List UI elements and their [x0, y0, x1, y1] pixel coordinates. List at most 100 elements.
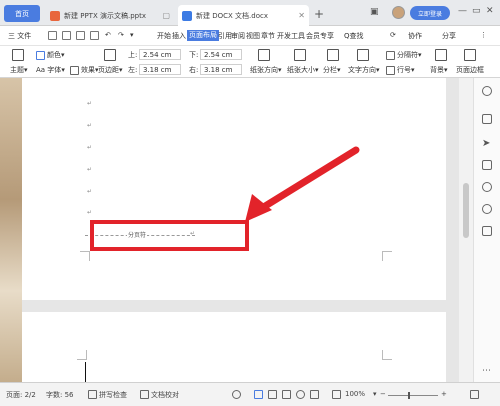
page-count[interactable]: 页面: 2/2 — [6, 390, 36, 400]
page-border-button[interactable]: 页面边框 — [456, 65, 484, 75]
tab-label: 新建 PPTX 演示文稿.pptx — [64, 11, 146, 20]
effects-button[interactable]: 效果 ▾ — [70, 65, 99, 75]
proofread-button[interactable]: 文档校对 — [151, 390, 179, 400]
word-count[interactable]: 字数: 56 — [46, 390, 74, 400]
orientation-label: 纸张方向 — [250, 66, 278, 74]
tab-insert[interactable]: 插入 — [172, 31, 186, 41]
home-tab[interactable]: 首页 — [4, 5, 40, 22]
colors-button[interactable]: 颜色 ▾ — [36, 50, 65, 60]
pen-icon[interactable] — [310, 390, 319, 399]
minimize-icon[interactable]: — — [458, 6, 467, 16]
select-cursor-icon[interactable]: ➤ — [482, 138, 492, 149]
ribbon-toolbar: 主题 ▾ 颜色 ▾ Aa 字体 ▾ 效果 ▾ 页边距 ▾ 上: 2.54 cm 左: 3.… — [0, 46, 500, 78]
file-menu[interactable]: 三 文件 — [8, 31, 31, 41]
fit-page-icon[interactable] — [332, 390, 341, 399]
background-label: 背景 — [430, 66, 444, 74]
sync-icon[interactable]: ⟳ — [390, 31, 396, 39]
fullscreen-icon[interactable] — [470, 390, 479, 399]
avatar[interactable] — [392, 6, 405, 19]
scrollbar-thumb[interactable] — [463, 183, 469, 238]
resize-icon[interactable] — [482, 226, 492, 236]
more-options-icon[interactable]: ⋮ — [480, 31, 487, 39]
paragraph-mark: ↵ — [87, 188, 93, 195]
tab-home[interactable]: 开始 — [157, 31, 171, 41]
more-icon[interactable]: ⋯ — [482, 366, 492, 376]
save-icon[interactable] — [48, 31, 57, 40]
redo-icon[interactable]: ↷ — [118, 31, 124, 39]
more-icon[interactable]: ▾ — [130, 31, 134, 39]
text-direction-button[interactable]: 文字方向 ▾ — [348, 65, 380, 75]
style-icon[interactable] — [482, 86, 492, 96]
line-numbers-button[interactable]: 行号 ▾ — [386, 65, 415, 75]
tab-page-layout[interactable]: 页面布局 — [187, 30, 219, 41]
collaborate-button[interactable]: 协作 — [408, 31, 422, 41]
edit-icon[interactable] — [482, 114, 492, 124]
spellcheck-button[interactable]: 拼写检查 — [99, 390, 127, 400]
margins-button[interactable]: 页边距 ▾ — [98, 65, 123, 75]
reading-view-icon[interactable] — [282, 390, 291, 399]
location-icon[interactable] — [482, 204, 492, 214]
zoom-dropdown-icon[interactable]: ▾ — [373, 390, 377, 398]
menu-bar: 三 文件 ↶ ↷ ▾ 开始 插入 页面布局 引用 审阅 视图 章节 开发工具 会… — [0, 26, 500, 46]
zoom-in-icon[interactable]: + — [441, 390, 447, 398]
collab-label: 协作 — [408, 32, 422, 40]
vertical-scrollbar[interactable] — [459, 78, 473, 382]
close-tab-icon[interactable]: ▢ — [162, 11, 170, 20]
tab-references[interactable]: 引用 — [218, 31, 232, 41]
left-margin-input[interactable]: 3.18 cm — [139, 64, 181, 75]
right-margin-input[interactable]: 3.18 cm — [200, 64, 242, 75]
outline-view-icon[interactable] — [268, 390, 277, 399]
maximize-icon[interactable]: ▭ — [472, 6, 481, 16]
top-margin-input[interactable]: 2.54 cm — [139, 49, 181, 60]
status-bar: 页面: 2/2 字数: 56 拼写检查 文档校对 100% ▾ − + — [0, 382, 500, 406]
text-direction-icon — [357, 49, 369, 61]
line-numbers-label: 行号 — [397, 66, 411, 74]
fonts-button[interactable]: Aa 字体 ▾ — [36, 65, 65, 75]
tab-pptx[interactable]: 新建 PPTX 演示文稿.pptx ▢ — [46, 5, 174, 26]
zoom-slider-handle[interactable] — [408, 392, 410, 399]
zoom-level[interactable]: 100% — [345, 390, 365, 398]
fonts-label: Aa 字体 — [36, 66, 62, 74]
print-icon[interactable] — [76, 31, 85, 40]
bottom-margin-input[interactable]: 2.54 cm — [200, 49, 242, 60]
pptx-file-icon — [50, 10, 60, 21]
background-button[interactable]: 背景 ▾ — [430, 65, 448, 75]
undo-icon[interactable]: ↶ — [105, 31, 111, 39]
zoom-out-icon[interactable]: − — [380, 390, 386, 398]
settings-sliders-icon[interactable] — [482, 160, 492, 170]
tab-review[interactable]: 审阅 — [231, 31, 245, 41]
page-view-icon[interactable] — [254, 390, 263, 399]
breaks-label: 分隔符 — [397, 51, 418, 59]
theme-button[interactable]: 主题 ▾ — [10, 65, 28, 75]
search-box[interactable]: Q查找 — [344, 31, 364, 41]
tab-docx[interactable]: 新建 DOCX 文档.docx ✕ — [178, 5, 309, 26]
zoom-slider[interactable] — [388, 395, 438, 396]
text-cursor — [85, 362, 86, 384]
page-1[interactable]: ↵ ↵ ↵ ↵ ↵ ↵ 分页符 ↵ — [22, 78, 446, 300]
web-view-icon[interactable] — [296, 390, 305, 399]
margins-label: 页边距 — [98, 66, 119, 74]
new-tab-icon[interactable]: + — [314, 7, 324, 21]
eye-icon[interactable] — [232, 390, 241, 399]
margin-corner-mark — [382, 350, 392, 360]
paragraph-mark: ↵ — [87, 144, 93, 151]
tab-developer[interactable]: 开发工具 — [277, 31, 305, 41]
help-icon[interactable] — [482, 182, 492, 192]
close-window-icon[interactable]: ✕ — [486, 6, 494, 16]
margin-corner-mark — [80, 251, 90, 261]
tab-sections[interactable]: 章节 — [261, 31, 275, 41]
margin-corner-mark — [77, 350, 87, 360]
paper-size-button[interactable]: 纸张大小 ▾ — [287, 65, 319, 75]
preview-icon[interactable] — [90, 31, 99, 40]
tab-member[interactable]: 会员专享 — [306, 31, 334, 41]
close-tab-icon[interactable]: ✕ — [298, 11, 305, 20]
workspace-icon[interactable]: ▣ — [370, 7, 379, 17]
columns-button[interactable]: 分栏 ▾ — [323, 65, 341, 75]
orientation-button[interactable]: 纸张方向 ▾ — [250, 65, 282, 75]
effects-label: 效果 — [81, 66, 95, 74]
tab-view[interactable]: 视图 — [246, 31, 260, 41]
breaks-button[interactable]: 分隔符 ▾ — [386, 50, 422, 60]
export-icon[interactable] — [62, 31, 71, 40]
login-button[interactable]: 立即登录 — [410, 6, 450, 20]
share-button[interactable]: 分享 — [442, 31, 456, 41]
